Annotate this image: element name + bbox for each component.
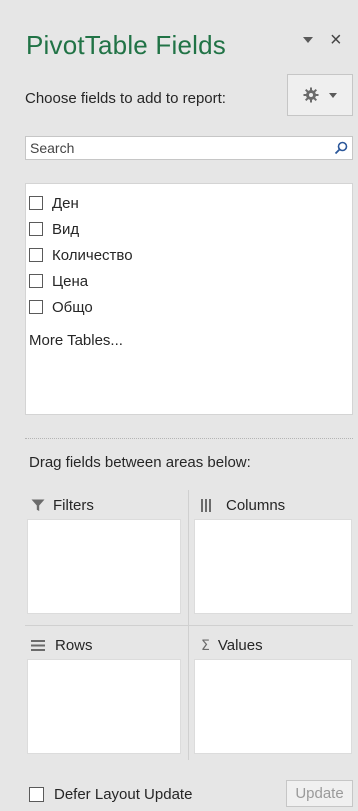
choose-fields-label: Choose fields to add to report: xyxy=(25,90,226,107)
close-button[interactable]: × xyxy=(330,30,342,50)
field-checkbox[interactable] xyxy=(29,274,43,288)
field-item[interactable]: Цена xyxy=(26,268,352,294)
defer-layout-update[interactable]: Defer Layout Update xyxy=(29,786,192,803)
field-item[interactable]: Ден xyxy=(26,190,352,216)
search-icon[interactable] xyxy=(330,137,352,159)
field-label: Ден xyxy=(52,194,79,212)
values-header: Σ Values xyxy=(201,637,263,654)
rows-drop-area[interactable] xyxy=(27,659,181,754)
filters-label: Filters xyxy=(53,497,94,514)
rows-label: Rows xyxy=(55,637,93,654)
search-box[interactable] xyxy=(25,136,353,160)
rows-header: Rows xyxy=(31,637,93,654)
section-divider xyxy=(25,438,353,439)
values-label: Values xyxy=(217,637,263,654)
columns-label: Columns xyxy=(226,497,286,514)
task-pane-options-button[interactable] xyxy=(302,34,314,46)
field-checkbox[interactable] xyxy=(29,222,43,236)
areas-horizontal-divider xyxy=(25,625,353,626)
tools-button[interactable] xyxy=(287,74,353,116)
columns-header: Columns xyxy=(200,497,285,514)
search-input[interactable] xyxy=(26,137,330,159)
field-item[interactable]: Количество xyxy=(26,242,352,268)
drag-fields-label: Drag fields between areas below: xyxy=(29,454,251,471)
sigma-icon: Σ xyxy=(201,637,210,654)
panel-title: PivotTable Fields xyxy=(26,30,226,60)
field-item[interactable]: Общо xyxy=(26,294,352,320)
values-drop-area[interactable] xyxy=(194,659,352,754)
field-label: Общо xyxy=(52,298,93,316)
field-checkbox[interactable] xyxy=(29,248,43,262)
filters-header: Filters xyxy=(31,497,94,514)
field-label: Цена xyxy=(52,272,89,290)
field-checkbox[interactable] xyxy=(29,300,43,314)
filter-icon xyxy=(31,499,45,511)
defer-checkbox[interactable] xyxy=(29,787,44,802)
gear-icon xyxy=(303,87,319,103)
filters-drop-area[interactable] xyxy=(27,519,181,614)
columns-icon xyxy=(201,499,211,512)
chevron-down-icon xyxy=(329,92,337,98)
columns-drop-area[interactable] xyxy=(194,519,352,614)
field-list: Ден Вид Количество Цена Общо More Tables… xyxy=(25,183,353,415)
more-tables-link[interactable]: More Tables... xyxy=(26,332,123,349)
field-item[interactable]: Вид xyxy=(26,216,352,242)
defer-label: Defer Layout Update xyxy=(54,786,193,803)
field-checkbox[interactable] xyxy=(29,196,43,210)
rows-icon xyxy=(31,640,45,651)
update-button[interactable]: Update xyxy=(286,780,353,807)
field-label: Вид xyxy=(52,220,80,238)
field-label: Количество xyxy=(52,246,133,264)
